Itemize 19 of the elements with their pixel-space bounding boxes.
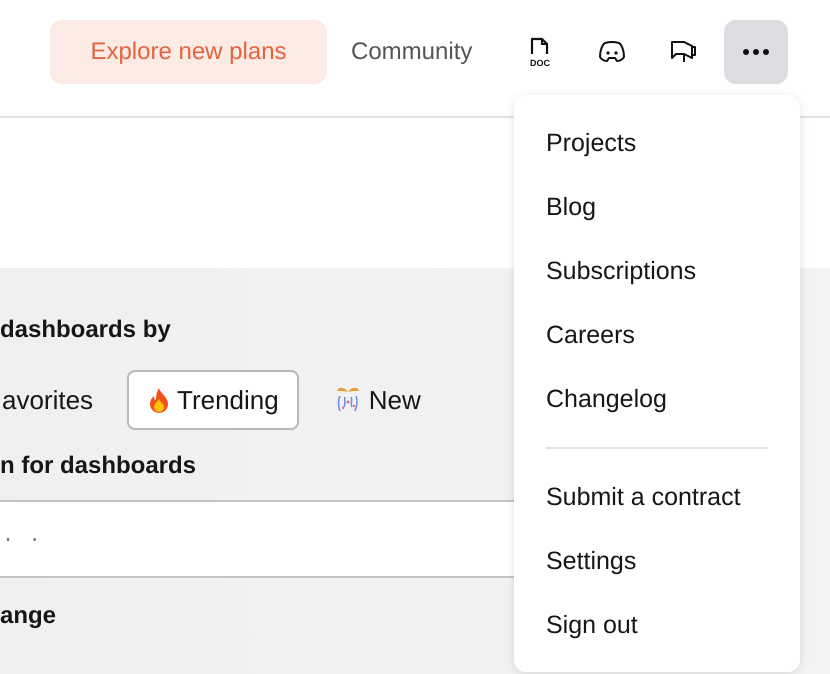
doc-button[interactable]: DOC	[508, 20, 572, 84]
menu-item[interactable]: Blog	[546, 175, 768, 239]
filter-tab[interactable]: avorites	[0, 370, 114, 430]
filter-tab[interactable]: Trending	[127, 370, 299, 430]
menu-item[interactable]: Projects	[546, 111, 768, 175]
menu-item[interactable]: Submit a contract	[546, 465, 768, 529]
field-label: n for dashboards	[0, 452, 196, 480]
search-field[interactable]: · ·	[0, 500, 515, 578]
menu-item[interactable]: Careers	[546, 303, 768, 367]
menu-item[interactable]: Changelog	[546, 367, 768, 431]
filter-tab[interactable]: New	[312, 370, 441, 430]
community-link[interactable]: Community	[351, 38, 472, 66]
more-icon	[742, 48, 770, 56]
more-button[interactable]	[724, 20, 788, 84]
section-heading: dashboards by	[0, 316, 171, 344]
menu-item[interactable]: Subscriptions	[546, 239, 768, 303]
section-heading: ange	[0, 602, 56, 630]
menu-item[interactable]: Settings	[546, 529, 768, 593]
menu-item[interactable]: Sign out	[546, 593, 768, 657]
